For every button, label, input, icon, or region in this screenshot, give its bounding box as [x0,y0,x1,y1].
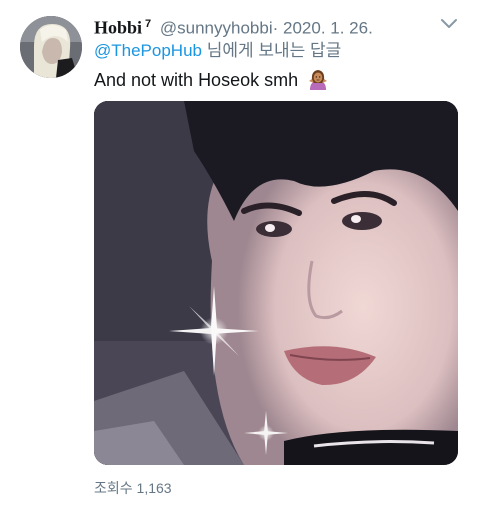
tweet-date[interactable]: 2020. 1. 26. [283,19,373,38]
reply-suffix: 님에게 보내는 답글 [202,41,342,60]
tweet-text-content: And not with Hoseok smh [94,70,299,90]
tweet: Hobbi 7 @sunnyyhobbi· 2020. 1. 26. @ThePo… [0,0,480,509]
tweet-header: Hobbi 7 @sunnyyhobbi· 2020. 1. 26. [94,12,420,38]
woman-shrugging-icon [307,68,329,90]
view-count: 조회수 1,163 [94,480,172,496]
display-name[interactable]: Hobbi [94,18,142,38]
avatar-image [20,16,82,78]
separator-dot: · [272,18,279,38]
name-badge: 7 [145,18,152,30]
user-handle[interactable]: @sunnyyhobbi [160,19,273,38]
reply-context: @ThePopHub 님에게 보내는 답글 [94,40,341,62]
reply-mention-link[interactable]: @ThePopHub [94,41,202,60]
chevron-down-icon[interactable] [438,14,460,34]
tweet-photo [94,101,458,465]
tweet-image[interactable] [94,101,458,465]
avatar[interactable] [20,16,82,78]
tweet-text: And not with Hoseok smh [94,68,329,92]
